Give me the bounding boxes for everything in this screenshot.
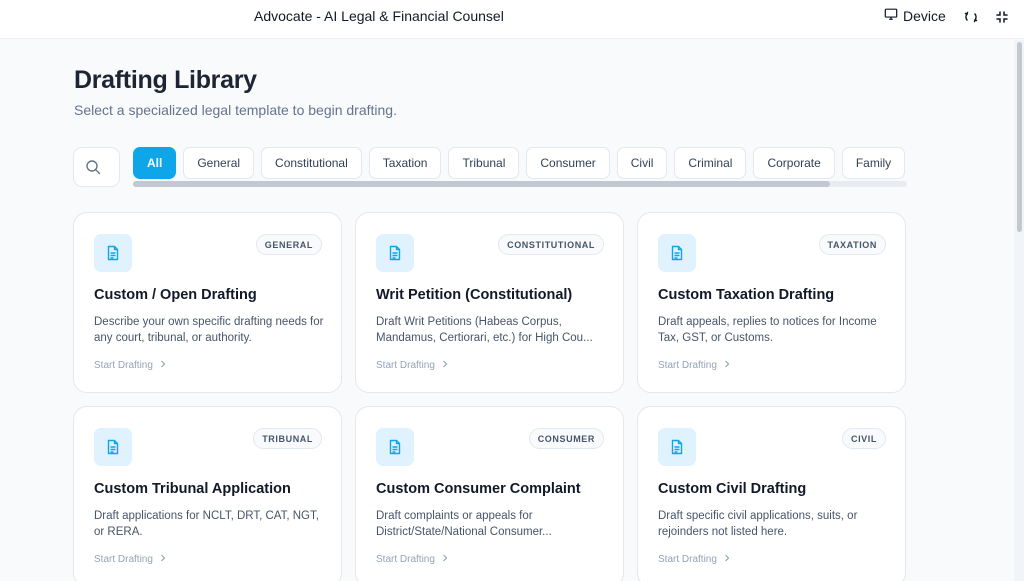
category-badge: CONSUMER xyxy=(528,428,604,449)
template-card[interactable]: CIVIL Custom Civil Drafting Draft specif… xyxy=(637,406,906,581)
cta-label: Start Drafting xyxy=(94,554,153,565)
cta-label: Start Drafting xyxy=(658,360,717,371)
filter-scrollbar-thumb[interactable] xyxy=(133,181,830,187)
category-badge: TAXATION xyxy=(818,234,886,255)
filter-scrollbar[interactable] xyxy=(133,181,907,187)
category-badge: CONSTITUTIONAL xyxy=(498,234,604,255)
page-scrollbar[interactable] xyxy=(1014,40,1024,581)
page-scrollbar-thumb[interactable] xyxy=(1017,42,1022,232)
template-card[interactable]: TAXATION Custom Taxation Drafting Draft … xyxy=(637,212,906,393)
cta-label: Start Drafting xyxy=(94,360,153,371)
chevron-right-icon xyxy=(159,360,167,371)
filter-civil[interactable]: Civil xyxy=(616,147,668,179)
start-drafting-link[interactable]: Start Drafting xyxy=(658,554,731,565)
cta-label: Start Drafting xyxy=(376,554,435,565)
refresh-icon[interactable] xyxy=(963,9,979,25)
document-icon xyxy=(376,234,414,272)
chevron-right-icon xyxy=(441,360,449,371)
monitor-icon xyxy=(884,7,898,24)
template-card[interactable]: CONSUMER Custom Consumer Complaint Draft… xyxy=(355,406,624,581)
card-title: Writ Petition (Constitutional) xyxy=(376,287,573,303)
filter-constitutional[interactable]: Constitutional xyxy=(261,147,362,179)
card-description: Draft Writ Petitions (Habeas Corpus, Man… xyxy=(376,316,593,344)
filter-tribunal[interactable]: Tribunal xyxy=(448,147,520,179)
document-icon xyxy=(94,234,132,272)
card-description: Describe your own specific drafting need… xyxy=(94,316,324,344)
category-badge: GENERAL xyxy=(255,234,322,255)
filter-general[interactable]: General xyxy=(183,147,255,179)
document-icon xyxy=(94,428,132,466)
fullscreen-icon[interactable] xyxy=(994,9,1010,25)
filter-consumer[interactable]: Consumer xyxy=(526,147,610,179)
start-drafting-link[interactable]: Start Drafting xyxy=(658,360,731,371)
cta-label: Start Drafting xyxy=(376,360,435,371)
page-title: Drafting Library xyxy=(74,66,257,94)
filter-all[interactable]: All xyxy=(133,147,177,179)
card-title: Custom Tribunal Application xyxy=(94,481,291,497)
template-card[interactable]: CONSTITUTIONAL Writ Petition (Constituti… xyxy=(355,212,624,393)
template-grid: GENERAL Custom / Open Drafting Describe … xyxy=(73,212,906,581)
template-card[interactable]: GENERAL Custom / Open Drafting Describe … xyxy=(73,212,342,393)
start-drafting-link[interactable]: Start Drafting xyxy=(376,554,449,565)
device-button[interactable]: Device xyxy=(884,7,946,24)
card-description: Draft applications for NCLT, DRT, CAT, N… xyxy=(94,510,319,538)
device-label: Device xyxy=(903,7,946,24)
cta-label: Start Drafting xyxy=(658,554,717,565)
card-description: Draft appeals, replies to notices for In… xyxy=(658,316,877,344)
filter-criminal[interactable]: Criminal xyxy=(674,147,747,179)
chevron-right-icon xyxy=(441,554,449,565)
template-card[interactable]: TRIBUNAL Custom Tribunal Application Dra… xyxy=(73,406,342,581)
card-title: Custom / Open Drafting xyxy=(94,287,257,303)
card-title: Custom Taxation Drafting xyxy=(658,287,835,303)
start-drafting-link[interactable]: Start Drafting xyxy=(94,360,167,371)
card-description: Draft specific civil applications, suits… xyxy=(658,510,858,538)
category-badge: TRIBUNAL xyxy=(253,428,322,449)
start-drafting-link[interactable]: Start Drafting xyxy=(376,360,449,371)
document-icon xyxy=(658,234,696,272)
chevron-right-icon xyxy=(159,554,167,565)
card-title: Custom Civil Drafting xyxy=(658,481,807,497)
category-filters: All General Constitutional Taxation Trib… xyxy=(133,147,906,179)
app-title: Advocate - AI Legal & Financial Counsel xyxy=(254,8,504,24)
start-drafting-link[interactable]: Start Drafting xyxy=(94,554,167,565)
category-badge: CIVIL xyxy=(841,428,886,449)
top-bar: Advocate - AI Legal & Financial Counsel … xyxy=(0,0,1024,39)
search-button[interactable] xyxy=(73,147,120,187)
document-icon xyxy=(658,428,696,466)
page-subtitle: Select a specialized legal template to b… xyxy=(74,102,397,118)
filter-corporate[interactable]: Corporate xyxy=(753,147,835,179)
chevron-right-icon xyxy=(723,360,731,371)
filter-taxation[interactable]: Taxation xyxy=(368,147,442,179)
card-description: Draft complaints or appeals for District… xyxy=(376,510,552,538)
filter-family[interactable]: Family xyxy=(841,147,906,179)
chevron-right-icon xyxy=(723,554,731,565)
document-icon xyxy=(376,428,414,466)
card-title: Custom Consumer Complaint xyxy=(376,481,581,497)
